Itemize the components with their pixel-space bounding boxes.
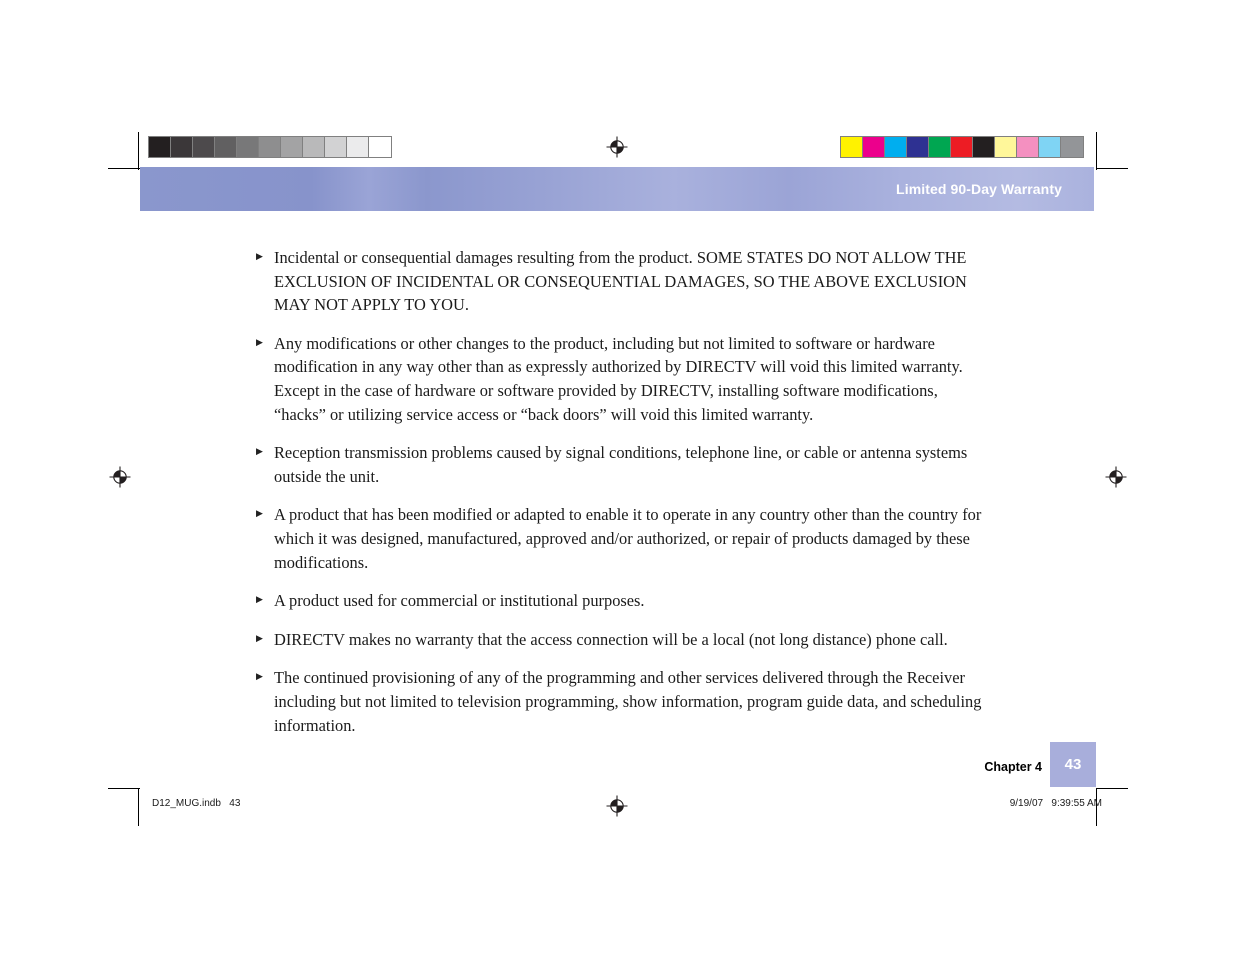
grayscale-swatch-6 [281,137,303,157]
list-item-text: A product used for commercial or institu… [274,591,645,611]
section-header-band: Limited 90-Day Warranty [140,167,1094,211]
crop-mark-bottom-left-vertical [138,788,139,826]
bullet-triangle-icon: ▶ [256,251,263,261]
list-item-text: A product that has been modified or adap… [274,505,982,572]
page-title: Limited 90-Day Warranty [896,181,1062,197]
crop-mark-top-right-vertical [1096,132,1097,170]
crop-mark-bottom-right-horizontal [1096,788,1128,789]
color-swatch-0 [841,137,863,157]
list-item: ▶ Reception transmission problems caused … [256,441,982,488]
list-item: ▶ A product that has been modified or ada… [256,503,982,574]
grayscale-swatch-3 [215,137,237,157]
grayscale-swatch-8 [325,137,347,157]
chapter-label: Chapter 4 [984,760,1042,774]
color-swatch-4 [929,137,951,157]
grayscale-swatch-9 [347,137,369,157]
page-number-value: 43 [1064,756,1082,773]
bullet-triangle-icon: ▶ [256,671,263,682]
list-item: ▶ Any modifications or other changes to t… [256,332,982,426]
grayscale-swatch-2 [193,137,215,157]
grayscale-swatch-1 [171,137,193,157]
bullet-triangle-icon: ▶ [256,632,263,643]
color-swatch-5 [951,137,973,157]
color-swatch-6 [973,137,995,157]
bullet-triangle-icon: ▶ [256,336,263,347]
color-swatch-1 [863,137,885,157]
list-item-text: Any modifications or other changes to th… [274,333,963,424]
registration-target-icon [109,466,131,488]
list-item: ▶ Incidental or consequential damages res… [256,246,982,317]
grayscale-swatch-0 [149,137,171,157]
color-swatch-7 [995,137,1017,157]
bullet-triangle-icon: ▶ [256,594,263,605]
grayscale-calibration-strip [148,136,392,158]
grayscale-swatch-5 [259,137,281,157]
color-swatch-8 [1017,137,1039,157]
grayscale-swatch-7 [303,137,325,157]
color-calibration-strip [840,136,1084,158]
crop-mark-top-left-vertical [138,132,139,170]
bullet-triangle-icon: ▶ [256,446,263,457]
registration-target-icon [1105,466,1127,488]
crop-mark-bottom-left-horizontal [108,788,140,789]
list-item: ▶ A product used for commercial or instit… [256,589,982,613]
list-item-text: Reception transmission problems caused b… [274,443,968,486]
registration-target-icon [606,136,628,158]
list-item-text: DIRECTV makes no warranty that the acces… [274,629,948,649]
grayscale-swatch-4 [237,137,259,157]
list-item: ▶ DIRECTV makes no warranty that the acce… [256,628,982,652]
print-slug-filename: D12_MUG.indb 43 [152,798,241,809]
document-page: Limited 90-Day Warranty ▶ Incidental or c… [0,0,1235,954]
list-item: ▶ The continued provisioning of any of th… [256,666,982,737]
page-number-badge: 43 [1050,742,1096,787]
crop-mark-top-left-horizontal [108,168,140,169]
color-swatch-2 [885,137,907,157]
color-swatch-10 [1061,137,1083,157]
color-swatch-3 [907,137,929,157]
warranty-exclusions-list: ▶ Incidental or consequential damages res… [256,246,982,752]
list-item-text: The continued provisioning of any of the… [274,668,982,735]
grayscale-swatch-10 [369,137,391,157]
registration-target-icon [606,795,628,817]
list-item-text: Incidental or consequential damages resu… [274,248,967,315]
crop-mark-top-right-horizontal [1096,168,1128,169]
bullet-triangle-icon: ▶ [256,508,263,519]
color-swatch-9 [1039,137,1061,157]
print-slug-timestamp: 9/19/07 9:39:55 AM [1009,798,1102,809]
